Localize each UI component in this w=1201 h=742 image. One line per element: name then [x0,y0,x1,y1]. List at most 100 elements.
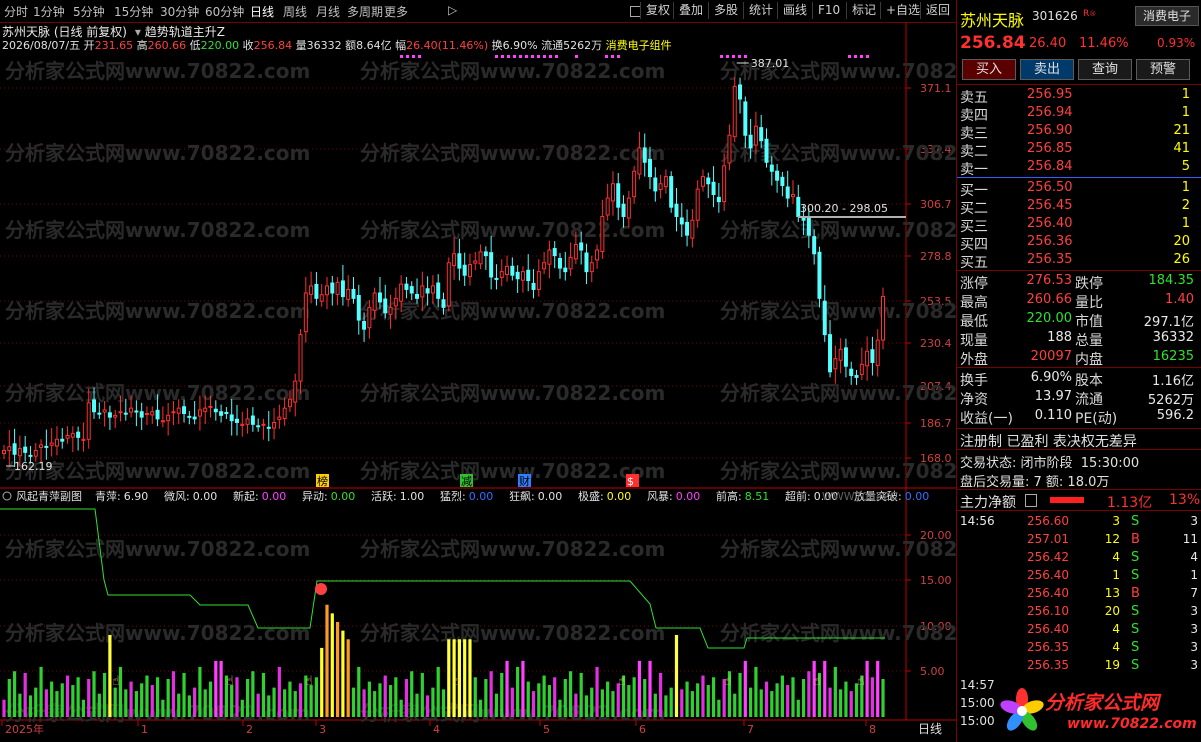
ask-volume: 21 [1173,123,1190,138]
ask-price[interactable]: 256.84 [1027,159,1073,174]
candle-body [150,411,155,416]
bid-price[interactable]: 256.40 [1027,216,1073,231]
signal-dot [418,55,421,58]
sub-watermark-tail: WWW70822C [822,490,898,503]
sector-button[interactable]: 消费电子 [1135,6,1199,26]
signal-dot [866,55,869,58]
bid-row: 买二 256.45 2 [957,198,1201,217]
bid-price[interactable]: 256.50 [1027,180,1073,195]
sub-volume-bar [823,660,827,717]
bid-level-label: 买三 [960,219,988,235]
sub-volume-bar [182,672,186,717]
tick-row: 256.40 13 B 7 [957,586,1201,604]
bid-price[interactable]: 256.45 [1027,198,1073,213]
main-flow-label[interactable]: 主力净额 [960,492,1016,512]
sub-volume-bar [12,671,17,717]
sub-axis-label: 15.00 [920,574,952,587]
ask-price[interactable]: 256.95 [1027,87,1073,102]
sub-volume-bar [18,693,22,717]
signal-dot [860,55,863,58]
kline-chart[interactable]: 371.1337.4306.7278.8253.5230.4207.4186.7… [0,0,956,742]
sub-item-label: 青萍: [95,490,121,503]
candle-body [536,271,541,290]
tick-side: S [1131,640,1140,655]
watermark: 分析家公式网www.70822.com [720,621,956,645]
sub-volume-bar [537,683,541,717]
stat-value: 13.97 [1034,389,1072,404]
sub-volume-bar [733,693,737,717]
candle-body [785,186,790,199]
sub-volume-bar [701,675,705,717]
candle-body [187,415,192,418]
sub-volume-bar [113,687,117,717]
float-label: 流通 [541,39,564,52]
sub-volume-bar [155,677,160,717]
bid-price[interactable]: 256.36 [1027,234,1073,249]
sub-volume-bar [145,675,149,717]
bid-volume: 20 [1173,234,1190,249]
alert-button[interactable]: 预警 [1136,59,1190,80]
sub-volume-bar [230,685,234,717]
sub-volume-bar [637,660,642,717]
bid-volume: 26 [1173,252,1190,267]
candle-body [409,286,414,294]
sector-pct: 0.93% [1157,36,1196,50]
flower-logo-icon [1000,688,1044,731]
candle-body [753,125,758,146]
candle-body [690,219,695,239]
candle-body [743,101,748,136]
quote-panel: 苏州天脉 301626 R® 消费电子 256.84 26.40 11.46% … [956,0,1201,742]
candle-body [97,412,102,415]
candle-body [388,306,393,315]
event-marker-text[interactable]: 榜 [317,474,328,488]
signal-dot [848,55,851,58]
query-button[interactable]: 查询 [1078,59,1132,80]
signal-dot [726,55,729,58]
sub-volume-bar [410,671,414,717]
ask-price[interactable]: 256.90 [1027,123,1073,138]
event-marker-text[interactable]: 减 [461,475,472,488]
candle-body [610,183,615,202]
candle-body [584,252,589,273]
sub-volume-bar [881,679,885,717]
sub-volume-bar [627,685,631,717]
stat-value: 188 [1047,330,1072,345]
candle-body [182,406,187,415]
candle-body [457,253,462,269]
candle-body [303,292,308,333]
ask-price[interactable]: 256.94 [1027,105,1073,120]
ask-level-label: 卖五 [960,90,988,106]
sub-indicator-name[interactable]: 风起青萍副图 [16,490,82,503]
ask-row: 卖四 256.94 1 [957,105,1201,124]
candle-body [663,176,668,188]
ask-level-label: 卖四 [960,108,988,124]
sub-volume-bar [76,677,80,717]
volume-value: 36332 [306,39,342,52]
candle-body [92,399,97,413]
event-marker-text[interactable]: $ [627,475,634,488]
sell-button[interactable]: 卖出 [1020,59,1074,80]
list-icon[interactable] [1025,494,1037,507]
sub-item-label: 活跃: [371,489,397,503]
sub-volume-bar [383,675,387,717]
signal-dot [611,55,614,58]
sub-volume-bar [134,691,138,717]
candle-body [160,420,165,423]
sector-tag[interactable]: 消费电子组件 [606,39,672,52]
bid-price[interactable]: 256.35 [1027,252,1073,267]
buy-button[interactable]: 买入 [962,59,1016,80]
ask-price[interactable]: 256.85 [1027,141,1073,156]
sub-volume-bar [7,679,11,717]
sub-item-label: 风暴: [647,490,673,503]
watermark: 分析家公式网www.70822.com [720,459,956,483]
ohlc-info-line: 2026/08/07/五 开231.65 高260.66 低220.00 收25… [2,37,672,53]
sub-volume-bar [463,639,467,717]
candle-body [298,334,303,382]
indicator-circle-icon[interactable] [2,491,12,501]
candle-body [129,407,134,413]
candle-body [870,349,875,363]
signal-dot [543,55,546,58]
event-marker-text[interactable]: 财 [519,474,530,488]
sub-volume-bar [606,681,610,717]
stock-notes: 注册制 已盈利 表决权无差异 [960,434,1137,450]
